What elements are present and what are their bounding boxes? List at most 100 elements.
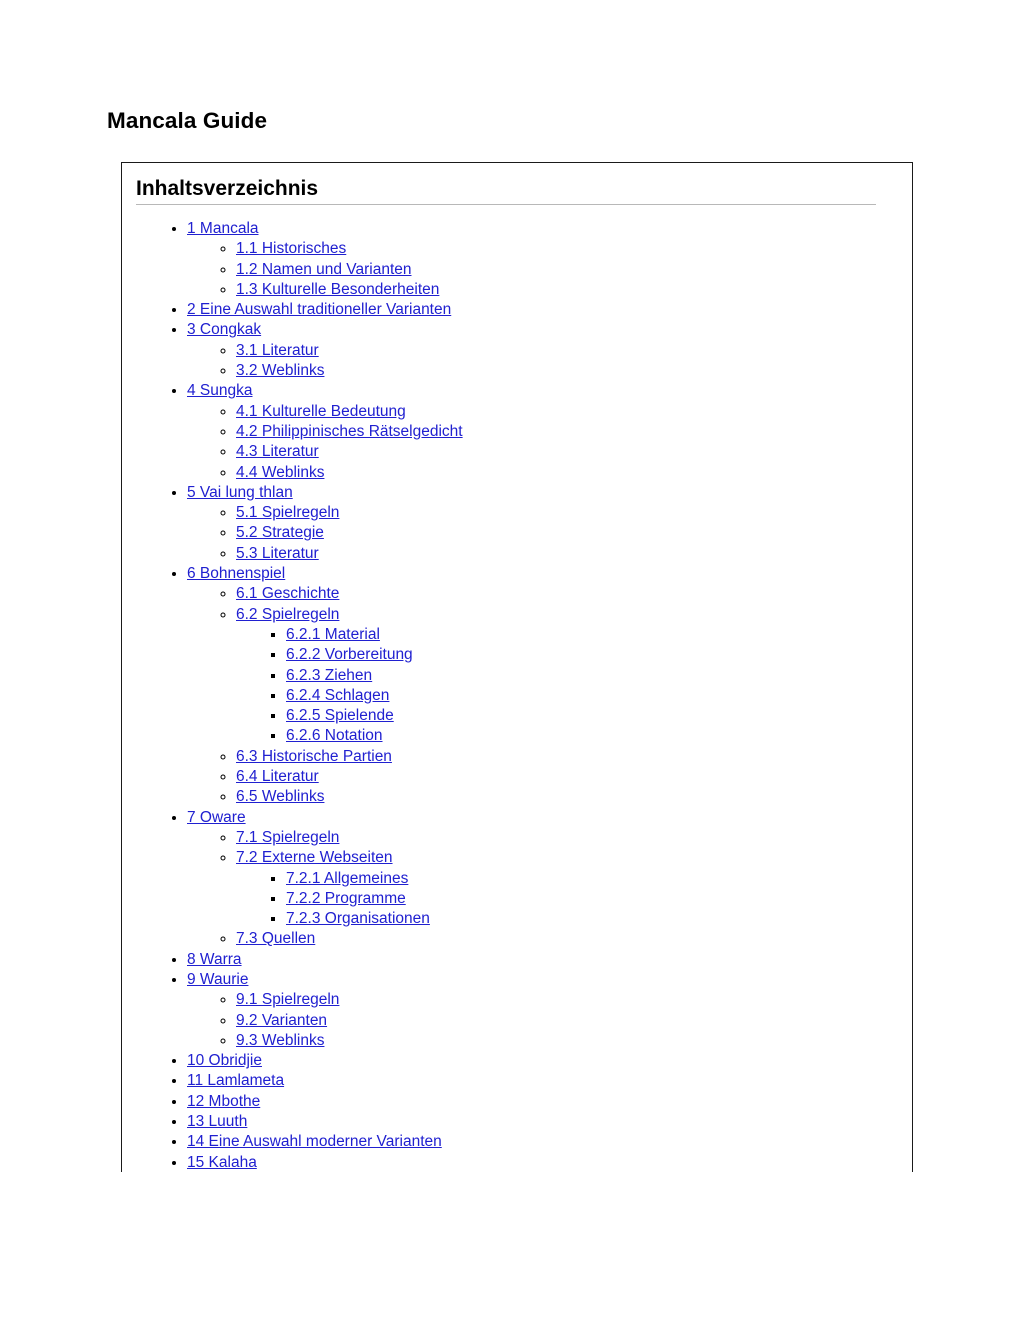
toc-link[interactable]: 5.2 Strategie bbox=[236, 524, 324, 541]
toc-link[interactable]: 6.2.2 Vorbereitung bbox=[286, 646, 413, 663]
toc-link[interactable]: 11 Lamlameta bbox=[187, 1072, 284, 1089]
toc-list-item: 7 Oware 7.1 Spielregeln 7.2 Externe Websei… bbox=[187, 808, 463, 950]
toc-list-item: 1.2 Namen und Varianten bbox=[236, 260, 463, 280]
toc-list-item: 1.3 Kulturelle Besonderheiten bbox=[236, 280, 463, 300]
toc-link[interactable]: 6.2.1 Material bbox=[286, 626, 380, 643]
toc-link[interactable]: 6.2 Spielregeln bbox=[236, 606, 339, 623]
toc-link[interactable]: 15 Kalaha bbox=[187, 1154, 257, 1171]
toc-list-item: 7.2.3 Organisationen bbox=[286, 909, 463, 929]
toc-list-item: 7.2 Externe Webseiten7.2.1 Allgemeines7.… bbox=[236, 848, 463, 929]
toc-list-item: 6.2.3 Ziehen bbox=[286, 666, 463, 686]
toc-list-item: 4.3 Literatur bbox=[236, 442, 463, 462]
toc-list-item: 6.1 Geschichte bbox=[236, 584, 463, 604]
toc-link[interactable]: 1 Mancala bbox=[187, 220, 259, 237]
toc-link[interactable]: 5 Vai lung thlan bbox=[187, 484, 293, 501]
table-of-contents-box: Inhaltsverzeichnis 1 Mancala 1.1 Historis… bbox=[121, 162, 913, 1172]
toc-link[interactable]: 14 Eine Auswahl moderner Varianten bbox=[187, 1133, 442, 1150]
toc-list-item: 9.2 Varianten bbox=[236, 1011, 463, 1031]
toc-list-item: 15 Kalaha bbox=[187, 1153, 463, 1172]
toc-link[interactable]: 7.2.1 Allgemeines bbox=[286, 870, 408, 887]
toc-sublist: 9.1 Spielregeln 9.2 Varianten 9.3 Weblinks bbox=[187, 990, 463, 1051]
toc-sublist: 4.1 Kulturelle Bedeutung 4.2 Philippinisc… bbox=[187, 402, 463, 483]
toc-link[interactable]: 7.2 Externe Webseiten bbox=[236, 849, 393, 866]
toc-link[interactable]: 9.2 Varianten bbox=[236, 1012, 327, 1029]
toc-list-item: 5.3 Literatur bbox=[236, 544, 463, 564]
toc-list-item: 8 Warra bbox=[187, 950, 463, 970]
toc-link[interactable]: 2 Eine Auswahl traditioneller Varianten bbox=[187, 301, 451, 318]
toc-link[interactable]: 6.3 Historische Partien bbox=[236, 748, 392, 765]
toc-link[interactable]: 6.2.5 Spielende bbox=[286, 707, 394, 724]
toc-list-item: 7.1 Spielregeln bbox=[236, 828, 463, 848]
toc-link[interactable]: 7.1 Spielregeln bbox=[236, 829, 339, 846]
toc-link[interactable]: 4.4 Weblinks bbox=[236, 464, 324, 481]
toc-list-item: 6.3 Historische Partien bbox=[236, 747, 463, 767]
toc-list-item: 5 Vai lung thlan 5.1 Spielregeln 5.2 Strat… bbox=[187, 483, 463, 564]
toc-list-item: 7.3 Quellen bbox=[236, 929, 463, 949]
toc-link[interactable]: 3.1 Literatur bbox=[236, 342, 319, 359]
toc-list-item: 9.1 Spielregeln bbox=[236, 990, 463, 1010]
document-page: Mancala Guide Inhaltsverzeichnis 1 Manca… bbox=[0, 0, 1020, 1320]
toc-link[interactable]: 13 Luuth bbox=[187, 1113, 247, 1130]
toc-link[interactable]: 10 Obridjie bbox=[187, 1052, 262, 1069]
toc-link[interactable]: 4.3 Literatur bbox=[236, 443, 319, 460]
toc-link[interactable]: 5.1 Spielregeln bbox=[236, 504, 339, 521]
toc-link[interactable]: 7.2.3 Organisationen bbox=[286, 910, 430, 927]
toc-list-item: 11 Lamlameta bbox=[187, 1071, 463, 1091]
toc-link[interactable]: 6.1 Geschichte bbox=[236, 585, 339, 602]
toc-list-item: 5.2 Strategie bbox=[236, 523, 463, 543]
toc-sublist: 6.2.1 Material 6.2.2 Vorbereitung 6.2.3 Zi… bbox=[236, 625, 463, 747]
toc-list-item: 6.2 Spielregeln 6.2.1 Material 6.2.2 Vorbe… bbox=[236, 605, 463, 747]
toc-list-item: 6.2.4 Schlagen bbox=[286, 686, 463, 706]
toc-link[interactable]: 7.3 Quellen bbox=[236, 930, 315, 947]
toc-list-item: 3.1 Literatur bbox=[236, 341, 463, 361]
toc-list-item: 6.5 Weblinks bbox=[236, 787, 463, 807]
toc-link[interactable]: 6.5 Weblinks bbox=[236, 788, 324, 805]
toc-list-item: 9 Waurie 9.1 Spielregeln 9.2 Varianten 9.3 … bbox=[187, 970, 463, 1051]
toc-sublist: 7.1 Spielregeln 7.2 Externe Webseiten 7.2.… bbox=[187, 828, 463, 950]
toc-link[interactable]: 12 Mbothe bbox=[187, 1093, 260, 1110]
toc-sublist: 1.1 Historisches 1.2 Namen und Varianten 1… bbox=[187, 239, 463, 300]
toc-list-item: 10 Obridjie bbox=[187, 1051, 463, 1071]
toc-list-item: 4.1 Kulturelle Bedeutung bbox=[236, 402, 463, 422]
toc-list-item: 7.2.1 Allgemeines bbox=[286, 869, 463, 889]
toc-link[interactable]: 1.2 Namen und Varianten bbox=[236, 261, 412, 278]
toc-list-item: 5.1 Spielregeln bbox=[236, 503, 463, 523]
toc-list-item: 4 Sungka 4.1 Kulturelle Bedeutung 4.2 Phil… bbox=[187, 381, 463, 482]
toc-heading: Inhaltsverzeichnis bbox=[136, 176, 876, 205]
toc-link[interactable]: 6.2.3 Ziehen bbox=[286, 667, 372, 684]
toc-link[interactable]: 8 Warra bbox=[187, 951, 242, 968]
toc-link[interactable]: 4 Sungka bbox=[187, 382, 253, 399]
toc-list-item: 6.4 Literatur bbox=[236, 767, 463, 787]
toc-link[interactable]: 9.3 Weblinks bbox=[236, 1032, 324, 1049]
toc-link[interactable]: 7.2.2 Programme bbox=[286, 890, 406, 907]
toc-link[interactable]: 6.4 Literatur bbox=[236, 768, 319, 785]
toc-list-item: 6.2.5 Spielende bbox=[286, 706, 463, 726]
toc-link[interactable]: 3 Congkak bbox=[187, 321, 261, 338]
toc-list-item: 14 Eine Auswahl moderner Varianten bbox=[187, 1132, 463, 1152]
toc-list-item: 1 Mancala 1.1 Historisches 1.2 Namen und V… bbox=[187, 219, 463, 300]
toc-link[interactable]: 5.3 Literatur bbox=[236, 545, 319, 562]
toc-list-item: 9.3 Weblinks bbox=[236, 1031, 463, 1051]
toc-list-item: 6 Bohnenspiel 6.1 Geschichte 6.2 Spielrege… bbox=[187, 564, 463, 808]
toc-sublist: 3.1 Literatur 3.2 Weblinks bbox=[187, 341, 463, 382]
toc-link[interactable]: 9 Waurie bbox=[187, 971, 248, 988]
toc-list-item: 4.2 Philippinisches Rätselgedicht bbox=[236, 422, 463, 442]
toc-list-item: 1.1 Historisches bbox=[236, 239, 463, 259]
toc-list-item: 7.2.2 Programme bbox=[286, 889, 463, 909]
toc-link[interactable]: 6.2.4 Schlagen bbox=[286, 687, 389, 704]
toc-link[interactable]: 6 Bohnenspiel bbox=[187, 565, 285, 582]
toc-link[interactable]: 3.2 Weblinks bbox=[236, 362, 324, 379]
toc-list-item: 2 Eine Auswahl traditioneller Varianten bbox=[187, 300, 463, 320]
toc-link[interactable]: 7 Oware bbox=[187, 809, 246, 826]
toc-link[interactable]: 1.3 Kulturelle Besonderheiten bbox=[236, 281, 439, 298]
toc-link[interactable]: 4.2 Philippinisches Rätselgedicht bbox=[236, 423, 463, 440]
toc-sublist: 7.2.1 Allgemeines 7.2.2 Programme 7.2.3 Or… bbox=[236, 869, 463, 930]
toc-link[interactable]: 9.1 Spielregeln bbox=[236, 991, 339, 1008]
toc-list-item: 6.2.6 Notation bbox=[286, 726, 463, 746]
toc-link[interactable]: 4.1 Kulturelle Bedeutung bbox=[236, 403, 406, 420]
toc-list-item: 3.2 Weblinks bbox=[236, 361, 463, 381]
toc-list-item: 4.4 Weblinks bbox=[236, 463, 463, 483]
toc-link[interactable]: 6.2.6 Notation bbox=[286, 727, 383, 744]
toc-list-item: 6.2.2 Vorbereitung bbox=[286, 645, 463, 665]
toc-link[interactable]: 1.1 Historisches bbox=[236, 240, 346, 257]
